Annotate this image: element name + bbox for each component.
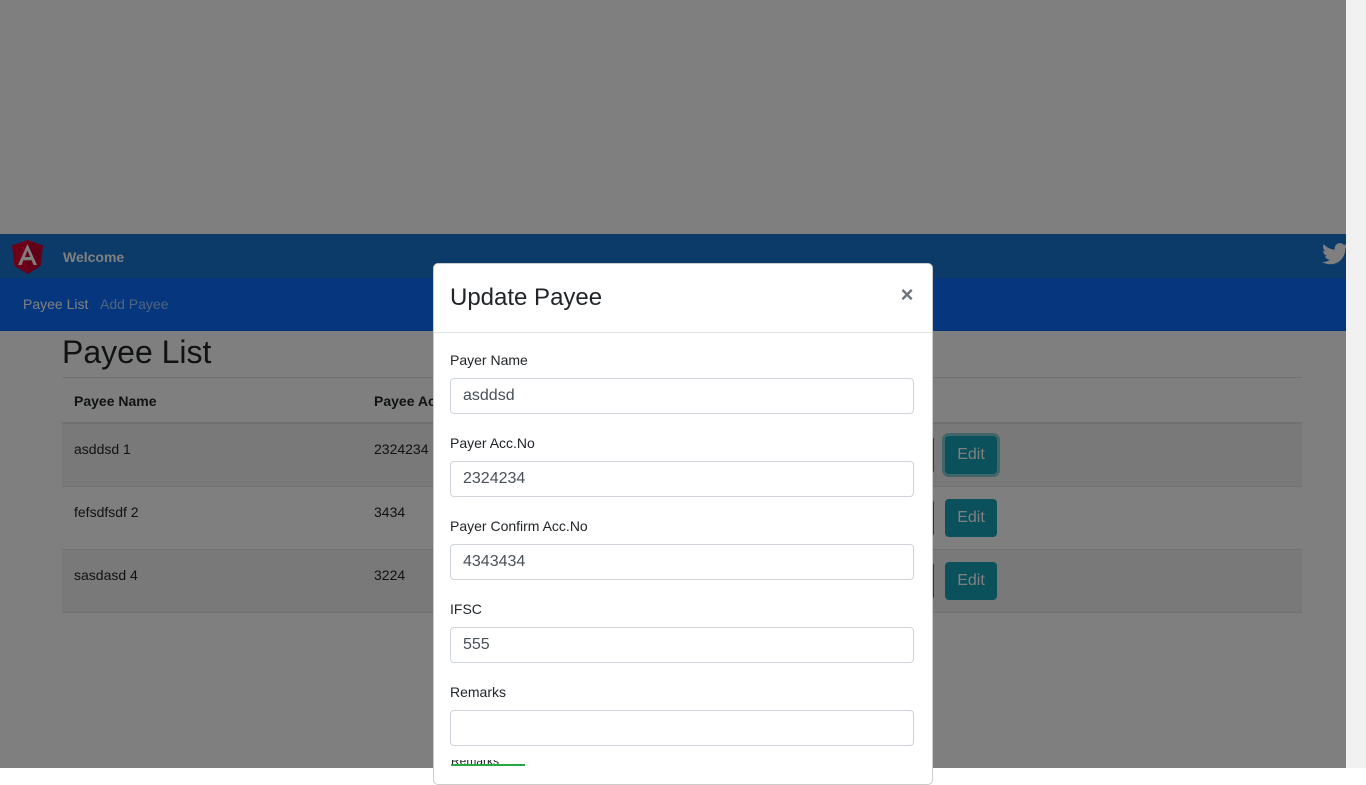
payer-name-label: Payer Name	[450, 352, 528, 368]
remarks-validation-peek: Remarks	[451, 760, 525, 766]
modal-title: Update Payee	[450, 284, 603, 311]
payer-confirm-account-label: Payer Confirm Acc.No	[450, 518, 588, 534]
modal-header: Update Payee ×	[434, 264, 932, 333]
update-payee-modal: Update Payee × Payer Name Payer Acc.No P…	[433, 263, 933, 785]
ifsc-input[interactable]	[450, 627, 914, 663]
payer-account-label: Payer Acc.No	[450, 435, 535, 451]
page-scrollbar[interactable]	[1346, 0, 1366, 768]
payer-account-input[interactable]	[450, 461, 914, 497]
payer-confirm-account-input[interactable]	[450, 544, 914, 580]
remarks-input[interactable]	[450, 710, 914, 746]
payer-name-input[interactable]	[450, 378, 914, 414]
ifsc-label: IFSC	[450, 601, 482, 617]
remarks-label: Remarks	[450, 684, 507, 700]
close-button[interactable]: ×	[896, 282, 918, 308]
